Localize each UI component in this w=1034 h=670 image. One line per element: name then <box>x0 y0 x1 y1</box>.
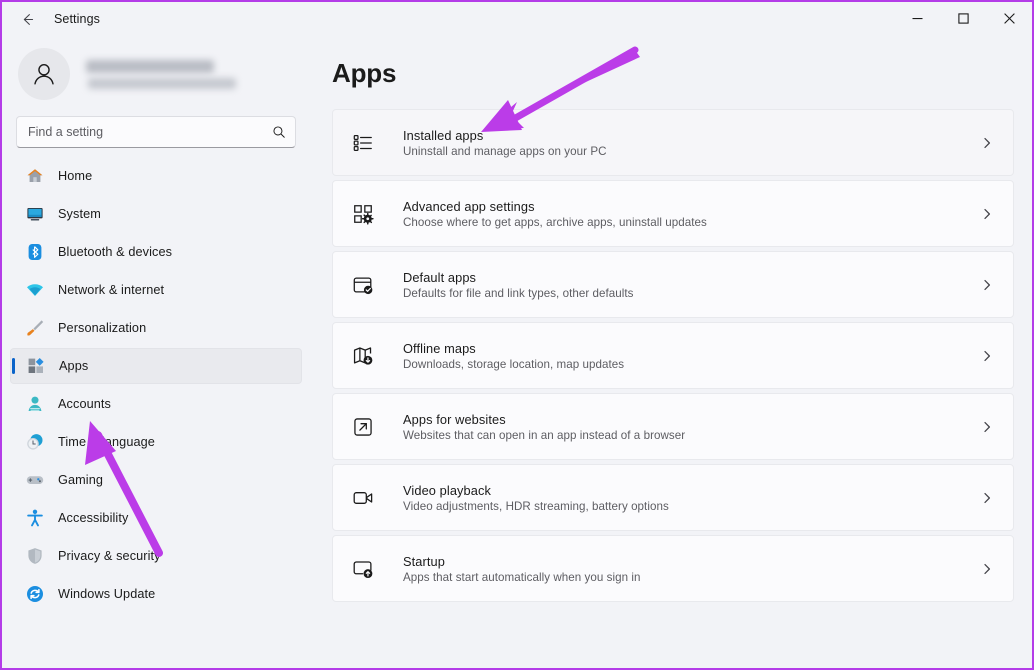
sidebar-item-network-internet[interactable]: Network & internet <box>10 272 302 308</box>
sidebar-item-time-language[interactable]: Time & language <box>10 424 302 460</box>
settings-window: Settings <box>0 0 1034 670</box>
chevron-right-icon <box>977 563 997 575</box>
minimize-icon <box>912 13 923 24</box>
sidebar-item-home[interactable]: Home <box>10 158 302 194</box>
main-content: Apps Installed apps Uninstall and manage… <box>310 36 1032 668</box>
card-video-playback[interactable]: Video playback Video adjustments, HDR st… <box>332 464 1014 531</box>
windows-update-icon <box>26 585 44 603</box>
card-title: Apps for websites <box>403 412 977 427</box>
window-title: Settings <box>54 12 100 26</box>
sidebar-item-label: Privacy & security <box>58 549 161 563</box>
accounts-icon <box>26 395 44 413</box>
maximize-button[interactable] <box>940 2 986 34</box>
privacy-security-icon <box>26 547 44 565</box>
card-apps-for-websites[interactable]: Apps for websites Websites that can open… <box>332 393 1014 460</box>
apps-for-websites-icon <box>351 415 375 439</box>
sidebar-item-label: Network & internet <box>58 283 164 297</box>
card-title: Offline maps <box>403 341 977 356</box>
sidebar-item-accounts[interactable]: Accounts <box>10 386 302 422</box>
person-avatar-icon <box>29 59 59 89</box>
card-offline-maps[interactable]: Offline maps Downloads, storage location… <box>332 322 1014 389</box>
card-title: Startup <box>403 554 977 569</box>
card-subtitle: Video adjustments, HDR streaming, batter… <box>403 500 977 513</box>
window-controls <box>894 2 1032 36</box>
card-advanced-app-settings[interactable]: Advanced app settings Choose where to ge… <box>332 180 1014 247</box>
card-subtitle: Websites that can open in an app instead… <box>403 429 977 442</box>
sidebar-item-label: Time & language <box>58 435 155 449</box>
page-title: Apps <box>332 58 1018 89</box>
system-icon <box>26 205 44 223</box>
card-title: Advanced app settings <box>403 199 977 214</box>
sidebar-item-apps[interactable]: Apps <box>10 348 302 384</box>
sidebar-item-privacy-security[interactable]: Privacy & security <box>10 538 302 574</box>
user-account-block[interactable] <box>10 36 302 110</box>
title-bar: Settings <box>2 2 1032 36</box>
maximize-icon <box>958 13 969 24</box>
chevron-right-icon <box>977 421 997 433</box>
chevron-right-icon <box>977 208 997 220</box>
minimize-button[interactable] <box>894 2 940 34</box>
chevron-right-icon <box>977 350 997 362</box>
sidebar-nav: Home System <box>10 158 302 612</box>
card-subtitle: Choose where to get apps, archive apps, … <box>403 216 977 229</box>
avatar <box>18 48 70 100</box>
card-subtitle: Uninstall and manage apps on your PC <box>403 145 977 158</box>
card-startup[interactable]: Startup Apps that start automatically wh… <box>332 535 1014 602</box>
card-subtitle: Apps that start automatically when you s… <box>403 571 977 584</box>
sidebar-item-system[interactable]: System <box>10 196 302 232</box>
chevron-right-icon <box>977 137 997 149</box>
settings-card-list: Installed apps Uninstall and manage apps… <box>322 109 1018 602</box>
search-box[interactable] <box>16 116 296 148</box>
default-apps-icon <box>351 273 375 297</box>
close-button[interactable] <box>986 2 1032 34</box>
time-language-icon <box>26 433 44 451</box>
sidebar-item-label: Accounts <box>58 397 111 411</box>
network-icon <box>26 281 44 299</box>
sidebar-item-accessibility[interactable]: Accessibility <box>10 500 302 536</box>
sidebar-item-label: Gaming <box>58 473 103 487</box>
accessibility-icon <box>26 509 44 527</box>
user-name-redacted <box>86 60 236 89</box>
sidebar: Home System <box>2 36 310 668</box>
card-title: Video playback <box>403 483 977 498</box>
card-subtitle: Downloads, storage location, map updates <box>403 358 977 371</box>
search-icon <box>272 125 286 139</box>
card-title: Default apps <box>403 270 977 285</box>
card-default-apps[interactable]: Default apps Defaults for file and link … <box>332 251 1014 318</box>
sidebar-item-label: Home <box>58 169 92 183</box>
sidebar-item-windows-update[interactable]: Windows Update <box>10 576 302 612</box>
startup-icon <box>351 557 375 581</box>
offline-maps-icon <box>351 344 375 368</box>
home-icon <box>26 167 44 185</box>
card-installed-apps[interactable]: Installed apps Uninstall and manage apps… <box>332 109 1014 176</box>
personalization-icon <box>26 319 44 337</box>
sidebar-item-bluetooth-devices[interactable]: Bluetooth & devices <box>10 234 302 270</box>
apps-icon <box>27 357 45 375</box>
user-display-name-blur <box>86 60 214 73</box>
advanced-app-settings-icon <box>351 202 375 226</box>
sidebar-item-label: System <box>58 207 101 221</box>
user-email-blur <box>88 78 236 89</box>
search-input[interactable] <box>28 125 272 139</box>
card-title: Installed apps <box>403 128 977 143</box>
chevron-right-icon <box>977 279 997 291</box>
chevron-right-icon <box>977 492 997 504</box>
video-playback-icon <box>351 486 375 510</box>
card-subtitle: Defaults for file and link types, other … <box>403 287 977 300</box>
gaming-icon <box>26 471 44 489</box>
sidebar-item-label: Windows Update <box>58 587 155 601</box>
close-icon <box>1004 13 1015 24</box>
installed-apps-list-icon <box>351 131 375 155</box>
back-arrow-icon <box>20 12 35 27</box>
sidebar-item-gaming[interactable]: Gaming <box>10 462 302 498</box>
bluetooth-icon <box>26 243 44 261</box>
sidebar-item-personalization[interactable]: Personalization <box>10 310 302 346</box>
sidebar-item-label: Personalization <box>58 321 146 335</box>
sidebar-item-label: Apps <box>59 359 88 373</box>
sidebar-item-label: Bluetooth & devices <box>58 245 172 259</box>
sidebar-item-label: Accessibility <box>58 511 128 525</box>
back-button[interactable] <box>10 4 44 34</box>
